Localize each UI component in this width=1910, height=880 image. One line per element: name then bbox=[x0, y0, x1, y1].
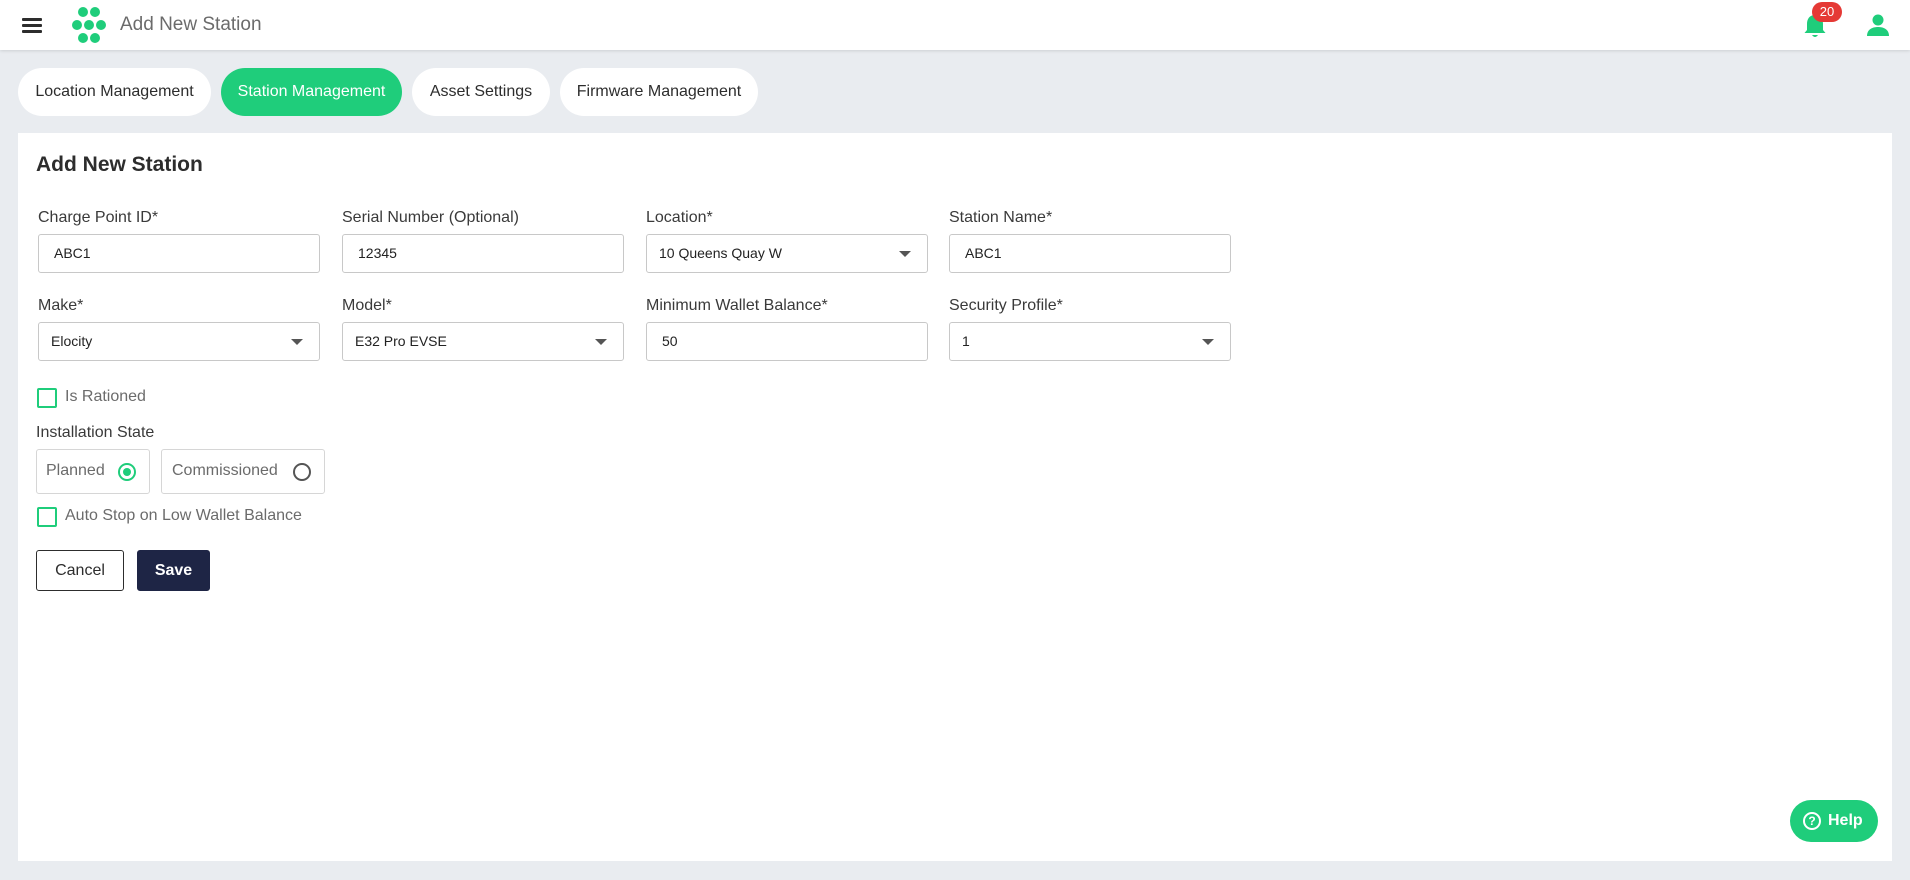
form-title: Add New Station bbox=[36, 153, 203, 176]
tab-firmware-management[interactable]: Firmware Management bbox=[560, 68, 758, 116]
radio-commissioned-label: Commissioned bbox=[172, 462, 278, 479]
question-circle-icon: ? bbox=[1803, 812, 1821, 830]
serial-number-label: Serial Number (Optional) bbox=[342, 209, 519, 226]
is-rationed-label: Is Rationed bbox=[65, 388, 146, 405]
chevron-down-icon bbox=[899, 251, 911, 257]
tab-location-management[interactable]: Location Management bbox=[18, 68, 211, 116]
help-button[interactable]: ? Help bbox=[1790, 800, 1878, 842]
radio-planned-label: Planned bbox=[46, 462, 105, 479]
radio-unchecked-icon bbox=[293, 463, 311, 481]
location-label: Location* bbox=[646, 209, 713, 226]
page-title: Add New Station bbox=[120, 14, 262, 35]
charge-point-id-input[interactable]: ABC1 bbox=[38, 234, 320, 273]
tab-asset-settings[interactable]: Asset Settings bbox=[412, 68, 550, 116]
make-select-value: Elocity bbox=[51, 333, 93, 349]
auto-stop-label: Auto Stop on Low Wallet Balance bbox=[65, 507, 302, 524]
installation-state-label: Installation State bbox=[36, 424, 155, 441]
radio-checked-icon bbox=[118, 463, 136, 481]
tab-station-management[interactable]: Station Management bbox=[221, 68, 402, 116]
user-icon[interactable] bbox=[1865, 12, 1891, 38]
model-select[interactable]: E32 Pro EVSE bbox=[342, 322, 624, 361]
station-name-input[interactable]: ABC1 bbox=[949, 234, 1231, 273]
make-label: Make* bbox=[38, 297, 84, 314]
chevron-down-icon bbox=[291, 339, 303, 345]
min-wallet-balance-label: Minimum Wallet Balance* bbox=[646, 297, 828, 314]
serial-number-input[interactable]: 12345 bbox=[342, 234, 624, 273]
security-profile-label: Security Profile* bbox=[949, 297, 1063, 314]
charge-point-id-label: Charge Point ID* bbox=[38, 209, 159, 226]
radio-planned[interactable]: Planned bbox=[36, 449, 150, 494]
menu-icon[interactable] bbox=[20, 15, 44, 35]
min-wallet-balance-input[interactable]: 50 bbox=[646, 322, 928, 361]
auto-stop-checkbox[interactable] bbox=[37, 507, 57, 527]
notification-badge: 20 bbox=[1812, 2, 1842, 22]
chevron-down-icon bbox=[595, 339, 607, 345]
is-rationed-checkbox[interactable] bbox=[37, 388, 57, 408]
chevron-down-icon bbox=[1202, 339, 1214, 345]
station-name-label: Station Name* bbox=[949, 209, 1053, 226]
security-profile-select[interactable]: 1 bbox=[949, 322, 1231, 361]
top-bar: Add New Station 20 bbox=[0, 0, 1910, 50]
location-select-value: 10 Queens Quay W bbox=[659, 245, 782, 261]
model-select-value: E32 Pro EVSE bbox=[355, 333, 447, 349]
make-select[interactable]: Elocity bbox=[38, 322, 320, 361]
help-label: Help bbox=[1828, 812, 1863, 829]
security-profile-select-value: 1 bbox=[962, 333, 970, 349]
location-select[interactable]: 10 Queens Quay W bbox=[646, 234, 928, 273]
save-button[interactable]: Save bbox=[137, 550, 210, 591]
logo-icon bbox=[72, 7, 106, 43]
cancel-button[interactable]: Cancel bbox=[36, 550, 124, 591]
model-label: Model* bbox=[342, 297, 392, 314]
form-card: Add New Station Charge Point ID* ABC1 Se… bbox=[18, 133, 1892, 861]
radio-commissioned[interactable]: Commissioned bbox=[161, 449, 325, 494]
